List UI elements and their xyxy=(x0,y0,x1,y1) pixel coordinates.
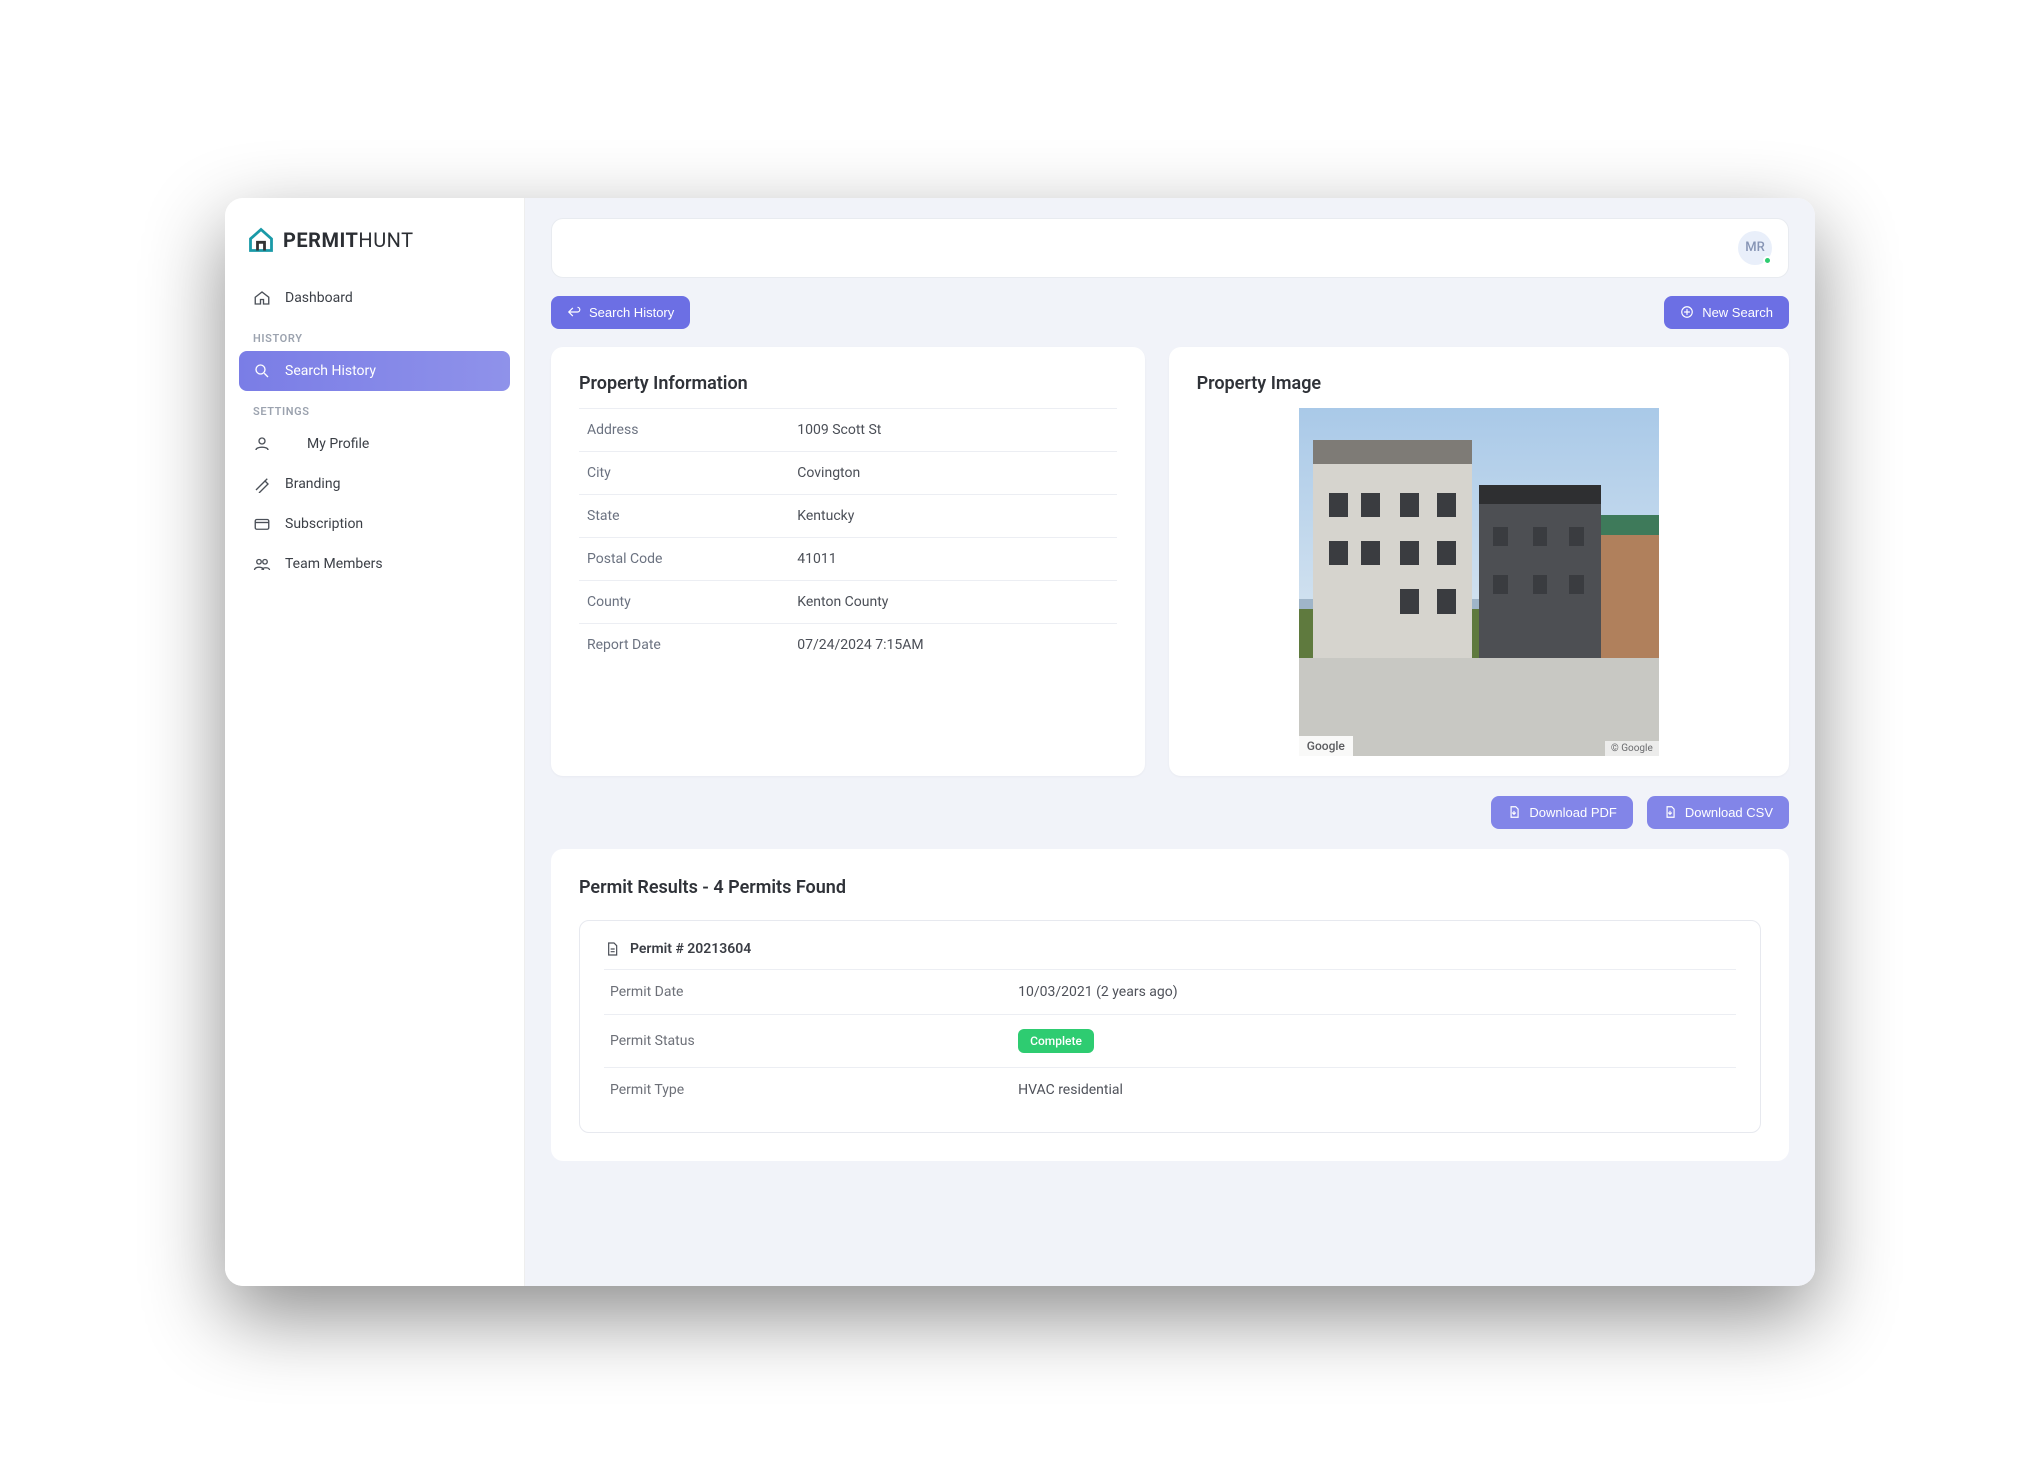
back-search-history-label: Search History xyxy=(589,305,674,320)
nav-team-members[interactable]: Team Members xyxy=(239,544,510,584)
nav-section-history: HISTORY xyxy=(239,318,510,351)
team-icon xyxy=(253,555,271,573)
permit-results-card: Permit Results - 4 Permits Found Permit … xyxy=(551,849,1789,1161)
property-info-row: Postal Code41011 xyxy=(579,537,1117,580)
permit-detail-row: Permit TypeHVAC residential xyxy=(604,1067,1736,1112)
property-info-value: Kentucky xyxy=(789,494,1116,537)
permit-detail-value: Complete xyxy=(1012,1014,1736,1067)
brand-text: PERMITHUNT xyxy=(283,228,414,252)
nav-subscription-label: Subscription xyxy=(285,516,363,532)
property-info-table: Address1009 Scott StCityCovingtonStateKe… xyxy=(579,408,1117,666)
property-info-title: Property Information xyxy=(579,373,1117,394)
file-download-icon xyxy=(1507,805,1521,819)
topbar: MR xyxy=(551,218,1789,278)
property-info-value: Covington xyxy=(789,451,1116,494)
nav-section-settings: SETTINGS xyxy=(239,391,510,424)
property-image-card: Property Image Google xyxy=(1169,347,1789,776)
download-pdf-button[interactable]: Download PDF xyxy=(1491,796,1632,829)
property-info-row: CountyKenton County xyxy=(579,580,1117,623)
user-icon xyxy=(253,435,271,453)
sidebar: PERMITHUNT Dashboard HISTORY Search Hist… xyxy=(225,198,525,1286)
plus-circle-icon xyxy=(1680,305,1694,319)
download-csv-button[interactable]: Download CSV xyxy=(1647,796,1789,829)
permit-detail-row: Permit Date10/03/2021 (2 years ago) xyxy=(604,969,1736,1014)
nav-branding-label: Branding xyxy=(285,476,340,492)
back-search-history-button[interactable]: Search History xyxy=(551,296,690,329)
permit-detail-label: Permit Status xyxy=(604,1014,1012,1067)
property-info-label: State xyxy=(579,494,789,537)
cards-row: Property Information Address1009 Scott S… xyxy=(551,347,1789,776)
permit-number-label: Permit # 20213604 xyxy=(630,941,751,957)
search-icon xyxy=(253,362,271,380)
avatar-initials: MR xyxy=(1745,240,1765,255)
permit-item: Permit # 20213604 Permit Date10/03/2021 … xyxy=(579,920,1761,1133)
permit-detail-value: HVAC residential xyxy=(1012,1067,1736,1112)
download-csv-label: Download CSV xyxy=(1685,805,1773,820)
permit-details-table: Permit Date10/03/2021 (2 years ago)Permi… xyxy=(604,969,1736,1112)
property-info-row: StateKentucky xyxy=(579,494,1117,537)
property-info-value: Kenton County xyxy=(789,580,1116,623)
permit-title-row: Permit # 20213604 xyxy=(604,941,1736,969)
file-download-icon xyxy=(1663,805,1677,819)
status-badge: Complete xyxy=(1018,1029,1094,1053)
home-icon xyxy=(253,289,271,307)
property-image-title: Property Image xyxy=(1197,373,1761,394)
property-info-card: Property Information Address1009 Scott S… xyxy=(551,347,1145,776)
nav-dashboard[interactable]: Dashboard xyxy=(239,278,510,318)
nav-search-history[interactable]: Search History xyxy=(239,351,510,391)
property-info-row: Report Date07/24/2024 7:15AM xyxy=(579,623,1117,666)
property-info-label: Postal Code xyxy=(579,537,789,580)
property-info-row: CityCovington xyxy=(579,451,1117,494)
nav-team-members-label: Team Members xyxy=(285,556,383,572)
property-info-row: Address1009 Scott St xyxy=(579,408,1117,451)
download-pdf-label: Download PDF xyxy=(1529,805,1616,820)
nav-branding[interactable]: Branding xyxy=(239,464,510,504)
permit-detail-value: 10/03/2021 (2 years ago) xyxy=(1012,969,1736,1014)
palette-icon xyxy=(253,475,271,493)
permit-detail-row: Permit StatusComplete xyxy=(604,1014,1736,1067)
property-info-label: Report Date xyxy=(579,623,789,666)
document-icon xyxy=(604,941,620,957)
nav-dashboard-label: Dashboard xyxy=(285,290,353,306)
property-info-value: 1009 Scott St xyxy=(789,408,1116,451)
brand-logo: PERMITHUNT xyxy=(239,222,510,278)
download-row: Download PDF Download CSV xyxy=(551,796,1789,829)
back-arrow-icon xyxy=(567,305,581,319)
new-search-label: New Search xyxy=(1702,305,1773,320)
property-info-value: 07/24/2024 7:15AM xyxy=(789,623,1116,666)
permit-detail-label: Permit Type xyxy=(604,1067,1012,1112)
app-window: PERMITHUNT Dashboard HISTORY Search Hist… xyxy=(225,198,1815,1286)
card-icon xyxy=(253,515,271,533)
new-search-button[interactable]: New Search xyxy=(1664,296,1789,329)
nav-search-history-label: Search History xyxy=(285,363,376,379)
google-copyright-badge: © Google xyxy=(1605,741,1659,756)
avatar[interactable]: MR xyxy=(1738,231,1772,265)
permit-detail-label: Permit Date xyxy=(604,969,1012,1014)
nav-my-profile[interactable]: My Profile xyxy=(239,424,510,464)
main-content: MR Search History New Search Property In… xyxy=(525,198,1815,1286)
permit-results-title: Permit Results - 4 Permits Found xyxy=(579,877,1761,898)
google-badge: Google xyxy=(1299,736,1353,756)
actions-row: Search History New Search xyxy=(551,296,1789,329)
nav-subscription[interactable]: Subscription xyxy=(239,504,510,544)
property-info-label: County xyxy=(579,580,789,623)
nav-my-profile-label: My Profile xyxy=(307,436,369,452)
property-info-value: 41011 xyxy=(789,537,1116,580)
house-logo-icon xyxy=(247,226,275,254)
property-info-label: City xyxy=(579,451,789,494)
status-dot xyxy=(1763,256,1772,265)
property-image: Google © Google xyxy=(1299,408,1659,756)
property-info-label: Address xyxy=(579,408,789,451)
